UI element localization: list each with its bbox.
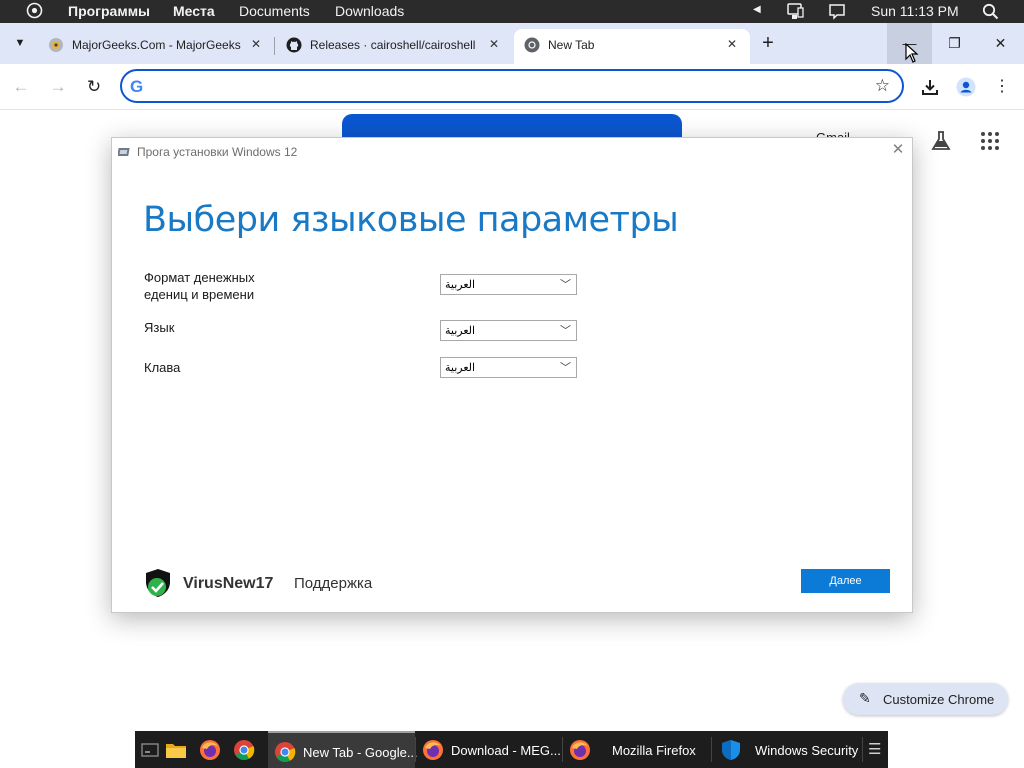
restore-button[interactable]: ❐	[932, 23, 977, 64]
folder-icon[interactable]	[165, 739, 187, 761]
task-label: Download - MEG...	[451, 743, 561, 758]
chevron-down-icon: ﹀	[560, 325, 571, 337]
task-label: Windows Security	[755, 743, 859, 758]
setup-app-icon	[117, 145, 132, 157]
close-icon[interactable]: ✕	[248, 36, 264, 52]
tab-title: New Tab	[548, 38, 595, 52]
tab-search-button[interactable]: ▼	[0, 23, 40, 64]
chrome-icon[interactable]	[233, 739, 255, 761]
plus-icon: +	[762, 32, 774, 54]
chevron-down-icon: ﹀	[560, 279, 571, 291]
browser-toolbar: ← → ↻ G ☆ ⋮	[0, 64, 1024, 110]
virusnew-logo-icon	[143, 568, 173, 598]
profile-avatar-icon[interactable]	[953, 74, 979, 100]
task-label: New Tab - Google...	[303, 745, 418, 760]
forward-icon[interactable]: →	[45, 74, 71, 100]
new-tab-button[interactable]: +	[754, 23, 782, 64]
select-value: العربية	[445, 362, 476, 374]
task-label: Mozilla Firefox	[612, 743, 696, 758]
taskbar: New Tab - Google... Download - MEG... Mo…	[135, 731, 888, 768]
notification-icon[interactable]	[828, 3, 846, 23]
address-bar[interactable]: G ☆	[120, 69, 904, 103]
github-icon	[286, 37, 302, 53]
shield-icon	[720, 739, 742, 761]
windows-setup-dialog: Прога установки Windows 12 ✕ Выбери язык…	[111, 137, 913, 613]
menu-downloads[interactable]: Downloads	[335, 3, 404, 19]
system-menu-icon[interactable]	[26, 2, 43, 22]
back-icon[interactable]: ←	[8, 74, 34, 100]
customize-chrome-button[interactable]: ✎ Customize Chrome	[843, 683, 1008, 715]
task-separator	[862, 737, 863, 762]
next-button[interactable]: Далее	[801, 569, 890, 593]
labs-flask-icon[interactable]	[930, 130, 952, 152]
firefox-icon[interactable]	[199, 739, 221, 761]
firefox-icon	[422, 739, 444, 761]
menu-documents[interactable]: Documents	[239, 3, 310, 19]
taskbar-menu-icon[interactable]: ☰	[868, 740, 881, 758]
google-icon: G	[130, 77, 144, 96]
tab-title: Releases · cairoshell/cairoshell	[310, 38, 476, 52]
task-firefox-download[interactable]: Download - MEG...	[416, 731, 562, 768]
tab-title: MajorGeeks.Com - MajorGeeks	[72, 38, 241, 52]
select-value: العربية	[445, 279, 476, 291]
language-select[interactable]: العربية ﹀	[440, 320, 577, 341]
setup-heading: Выбери языковые параметры	[143, 200, 679, 240]
language-label: Язык	[144, 320, 175, 335]
top-panel: Программы Места Documents Downloads ◀ Su…	[0, 0, 1024, 23]
bookmark-star-icon[interactable]: ☆	[875, 76, 890, 96]
support-link[interactable]: Поддержка	[294, 575, 372, 592]
firefox-icon	[569, 739, 591, 761]
close-icon: ✕	[994, 35, 1007, 51]
task-chrome-new-tab[interactable]: New Tab - Google...	[268, 731, 418, 768]
chevron-down-icon: ▼	[14, 37, 26, 49]
brand-name: VirusNew17	[183, 575, 274, 592]
menu-places[interactable]: Места	[173, 3, 215, 19]
tab-new-tab[interactable]: New Tab ✕	[514, 29, 750, 64]
dialog-title: Прога установки Windows 12	[137, 145, 298, 159]
close-icon[interactable]: ✕	[724, 36, 740, 52]
address-input[interactable]	[156, 76, 856, 96]
download-icon[interactable]	[917, 74, 943, 100]
chrome-icon	[274, 741, 296, 763]
apps-grid-icon[interactable]	[980, 131, 1000, 151]
clock[interactable]: Sun 11:13 PM	[871, 3, 959, 19]
tab-strip: ▼ MajorGeeks.Com - MajorGeeks ✕ Releases…	[0, 23, 1024, 64]
keyboard-label: Клава	[144, 360, 181, 375]
search-icon[interactable]	[982, 3, 999, 23]
pencil-icon: ✎	[859, 690, 871, 706]
tab-cairoshell-releases[interactable]: Releases · cairoshell/cairoshell ✕	[276, 29, 512, 64]
dialog-titlebar[interactable]: Прога установки Windows 12 ✕	[112, 138, 912, 164]
majorgeeks-icon	[48, 37, 64, 53]
keyboard-select[interactable]: العربية ﹀	[440, 357, 577, 378]
reload-icon[interactable]: ↻	[81, 74, 107, 100]
menu-programs[interactable]: Программы	[68, 3, 150, 19]
chevron-down-icon: ﹀	[560, 362, 571, 374]
currency-format-select[interactable]: العربية ﹀	[440, 274, 577, 295]
task-mozilla-firefox[interactable]: Mozilla Firefox	[563, 731, 711, 768]
customize-chrome-label: Customize Chrome	[883, 692, 995, 707]
close-window-button[interactable]: ✕	[978, 23, 1023, 64]
tab-separator	[274, 37, 275, 55]
restore-icon: ❐	[948, 35, 961, 51]
tray-arrow-icon[interactable]: ◀	[753, 4, 761, 15]
network-icon[interactable]	[786, 3, 804, 23]
show-desktop-icon[interactable]	[139, 739, 161, 761]
select-value: العربية	[445, 325, 476, 337]
chrome-icon	[524, 37, 540, 53]
menu-kebab-icon[interactable]: ⋮	[989, 74, 1015, 100]
close-icon[interactable]: ✕	[890, 142, 906, 158]
tab-majorgeeks[interactable]: MajorGeeks.Com - MajorGeeks ✕	[38, 29, 272, 64]
close-icon[interactable]: ✕	[486, 36, 502, 52]
currency-format-label: Формат денежных едениц и времени	[144, 270, 255, 302]
task-windows-security[interactable]: Windows Security	[712, 731, 860, 768]
